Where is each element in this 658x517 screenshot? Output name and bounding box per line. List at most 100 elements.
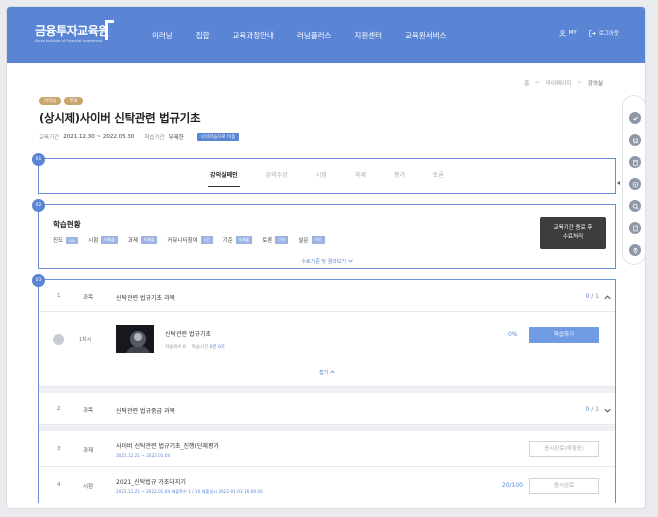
- assignment-status-button[interactable]: 응시완료(채점중): [529, 441, 599, 457]
- row-type: 과제: [83, 448, 94, 454]
- quick-menu: [622, 95, 646, 265]
- exam-status-button[interactable]: 응시완료: [529, 478, 599, 494]
- trash-icon[interactable]: [629, 156, 641, 168]
- progress-label: 설문: [298, 238, 309, 244]
- tab-evaluation[interactable]: 평가: [394, 159, 405, 193]
- logout-link[interactable]: 로그아웃: [589, 29, 619, 37]
- row-number: 3: [57, 446, 61, 452]
- tab-assignment[interactable]: 과제: [355, 159, 366, 193]
- course-row[interactable]: 1 과목 신탁관련 법규기초 과목 0 / 1: [39, 280, 615, 312]
- lesson-times: 1차시: [79, 337, 92, 343]
- chevron-up-icon[interactable]: [604, 295, 611, 300]
- my-study-link[interactable]: 나의학습으로 이동: [196, 133, 240, 141]
- assignment-row: 3 과제 사이버 신탁관련 법규기초_진행(단체평가 2021.12.21 ~ …: [39, 431, 615, 467]
- main-nav: 이러닝 집합 교육과정안내 러닝플러스 지원센터 교육원서비스: [139, 7, 446, 63]
- quickbar-toggle-icon[interactable]: [617, 181, 620, 185]
- study-button[interactable]: 학습하기: [529, 327, 599, 343]
- step-number: 02: [32, 199, 45, 212]
- pin-icon[interactable]: [629, 244, 641, 256]
- exam-score: 20/100: [501, 482, 523, 489]
- row-period: 2021.12.21 ~ 2022.01.04 제출횟수 1 / 10 제출일시…: [116, 489, 263, 494]
- row-progress-total: 1: [595, 293, 599, 300]
- progress-section: 02 학습현황 진도 0% 시험 미제출 과제 미제출 커뮤니티참여 0건 기준…: [32, 199, 616, 269]
- lesson-block: 1차시 신탁관련 법규기초 학습회수 0 학습시간 0분 0초 0% 학습하기: [39, 313, 615, 387]
- lesson-percent: 0%: [508, 331, 518, 338]
- completion-button-line2: 수료처리: [562, 234, 584, 240]
- lesson-thumbnail-image: [116, 325, 154, 353]
- row-type: 시험: [83, 484, 94, 490]
- row-title: 사이버 신탁관련 법규기초_진행(단체평가: [116, 443, 219, 450]
- breadcrumb: 홈 > 마이페이지 > 강의실: [524, 79, 603, 87]
- global-header: 금융투자교육원 Korea Institute of Financial Inv…: [7, 7, 645, 63]
- progress-value: 미제출: [101, 236, 118, 244]
- progress-value: 미제출: [235, 236, 253, 244]
- nav-elearning[interactable]: 이러닝: [152, 30, 173, 41]
- progress-value: 기타: [311, 236, 325, 244]
- progress-label: 커뮤니티참여: [167, 238, 198, 244]
- badge-elearning: 이러닝: [39, 97, 62, 105]
- breadcrumb-separator-icon: >: [577, 80, 582, 86]
- breadcrumb-separator-icon: >: [535, 80, 540, 86]
- lesson-status-icon: [53, 334, 64, 345]
- logout-icon: [589, 29, 596, 37]
- course-row[interactable]: 2 과목 신탁관련 법규중급 과목 0 / 1: [39, 393, 615, 425]
- search-icon[interactable]: [629, 200, 641, 212]
- my-link[interactable]: MY: [558, 29, 577, 37]
- row-title: 신탁관련 법규중급 과목: [116, 408, 176, 415]
- course-list-section: 03 1 과목 신탁관련 법규기초 과목 0 / 1 1차시 신탁관련 법규기초…: [32, 274, 616, 504]
- check-icon[interactable]: [629, 112, 641, 124]
- breadcrumb-mypage[interactable]: 마이페이지: [546, 79, 571, 87]
- page-title: (상시제)사이버 신탁관련 법규기초: [39, 111, 201, 125]
- row-type: 과목: [83, 295, 94, 301]
- row-progress-total: 1: [595, 406, 599, 413]
- progress-label: 과제: [127, 238, 138, 244]
- tab-main[interactable]: 강의실메인: [208, 159, 240, 193]
- row-title: 2021_신탁법규 기초다지기: [116, 479, 186, 486]
- progress-value: 0%: [66, 236, 79, 244]
- period-label: 교육기간: [39, 135, 60, 141]
- logo[interactable]: 금융투자교육원 Korea Institute of Financial Inv…: [35, 20, 115, 50]
- progress-title: 학습현황: [53, 220, 81, 229]
- study-value: 무제한: [168, 135, 184, 141]
- row-title: 신탁관련 법규기초 과목: [116, 295, 176, 302]
- nav-support[interactable]: 지원센터: [354, 30, 382, 41]
- breadcrumb-home[interactable]: 홈: [524, 79, 529, 87]
- nav-learning-plus[interactable]: 러닝플러스: [297, 30, 332, 41]
- tab-exam[interactable]: 시험: [316, 159, 327, 193]
- badge-free: 무료: [64, 97, 83, 105]
- study-label: 학습기간: [144, 135, 165, 141]
- chevron-down-icon: [347, 259, 353, 263]
- chevron-up-icon: [330, 370, 335, 374]
- progress-value: 미제출: [140, 236, 158, 244]
- fold-link[interactable]: 접기: [39, 369, 615, 376]
- row-number: 4: [57, 482, 61, 488]
- completion-criteria-link[interactable]: 수료기준 및 결과보기: [39, 258, 615, 265]
- lesson-thumbnail[interactable]: [116, 325, 154, 353]
- nav-course-info[interactable]: 교육과정안내: [233, 30, 274, 41]
- tab-section: 01 강의실메인 강의수강 시험 과제 평가 토론: [32, 153, 616, 194]
- book-icon[interactable]: [629, 222, 641, 234]
- progress-value: 기타: [275, 236, 289, 244]
- lesson-count-label: 학습회수: [165, 345, 182, 350]
- chevron-down-icon[interactable]: [604, 408, 611, 413]
- row-progress: 0 / 1: [585, 293, 600, 300]
- course-badges: 이러닝 무료: [39, 97, 86, 105]
- page-frame: 금융투자교육원 Korea Institute of Financial Inv…: [6, 6, 646, 509]
- row-type: 과목: [83, 408, 94, 414]
- completion-button[interactable]: 교육기간 종료 후 수료처리: [540, 217, 606, 249]
- progress-label: 기준: [222, 238, 233, 244]
- user-icon: [558, 29, 566, 37]
- tab-discussion[interactable]: 토론: [433, 159, 444, 193]
- tab-lecture[interactable]: 강의수강: [266, 159, 288, 193]
- fold-label: 접기: [319, 370, 329, 376]
- cart-icon[interactable]: [629, 134, 641, 146]
- exam-row: 4 시험 2021_신탁법규 기초다지기 2021.12.21 ~ 2022.0…: [39, 467, 615, 504]
- lesson-time-label: 학습시간: [191, 345, 209, 350]
- progress-label: 시험: [88, 238, 99, 244]
- nav-services[interactable]: 교육원서비스: [405, 30, 446, 41]
- period-value: 2021.12.30 ~ 2022.05.30: [63, 134, 135, 140]
- row-period: 2021.12.21 ~ 2022.01.04: [116, 453, 171, 458]
- util-menu: MY 로그아웃: [547, 29, 619, 37]
- help-icon[interactable]: [629, 178, 641, 190]
- nav-offline[interactable]: 집합: [196, 30, 210, 41]
